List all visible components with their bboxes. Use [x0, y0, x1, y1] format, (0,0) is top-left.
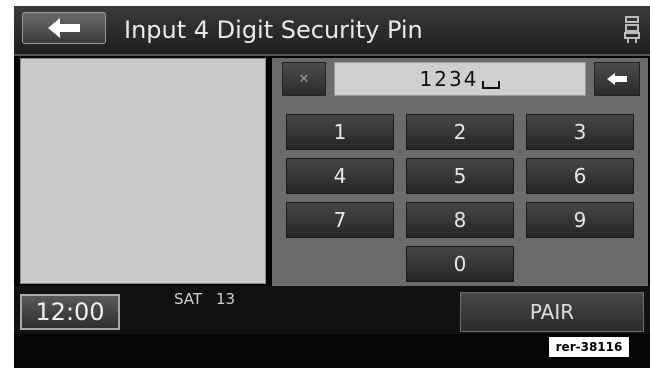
pair-button[interactable]: PAIR — [460, 292, 644, 332]
key-2[interactable]: 2 — [406, 114, 514, 150]
pin-entry-field[interactable]: 1234 — [334, 62, 586, 96]
keypad-panel: ✕ 1234 1 2 3 4 5 6 7 8 9 0 — [272, 58, 648, 286]
back-button[interactable] — [22, 12, 106, 44]
key-0[interactable]: 0 — [406, 246, 514, 282]
status-bar: 12:00 SAT 13 PAIR — [14, 286, 650, 334]
page-title: Input 4 Digit Security Pin — [124, 16, 423, 44]
header-bar: Input 4 Digit Security Pin — [14, 6, 650, 56]
key-6[interactable]: 6 — [526, 158, 634, 194]
backspace-arrow-icon — [607, 73, 627, 85]
key-1[interactable]: 1 — [286, 114, 394, 150]
clear-x-icon: ✕ — [298, 71, 310, 87]
reference-label: rer-38116 — [548, 336, 630, 358]
key-9[interactable]: 9 — [526, 202, 634, 238]
head-unit-screen: Input 4 Digit Security Pin ✕ 1234 1 2 3 … — [14, 6, 650, 368]
key-4[interactable]: 4 — [286, 158, 394, 194]
back-arrow-icon — [48, 18, 80, 38]
key-8[interactable]: 8 — [406, 202, 514, 238]
text-cursor — [482, 81, 501, 89]
clock-button[interactable]: 12:00 — [20, 294, 120, 330]
seat-icon — [624, 16, 640, 43]
date-label: 13 — [216, 290, 236, 308]
day-label: SAT — [174, 290, 203, 308]
backspace-button[interactable] — [594, 62, 640, 96]
key-3[interactable]: 3 — [526, 114, 634, 150]
clear-button[interactable]: ✕ — [282, 62, 326, 96]
info-panel — [20, 58, 266, 284]
key-5[interactable]: 5 — [406, 158, 514, 194]
key-7[interactable]: 7 — [286, 202, 394, 238]
pin-value: 1234 — [419, 67, 479, 91]
